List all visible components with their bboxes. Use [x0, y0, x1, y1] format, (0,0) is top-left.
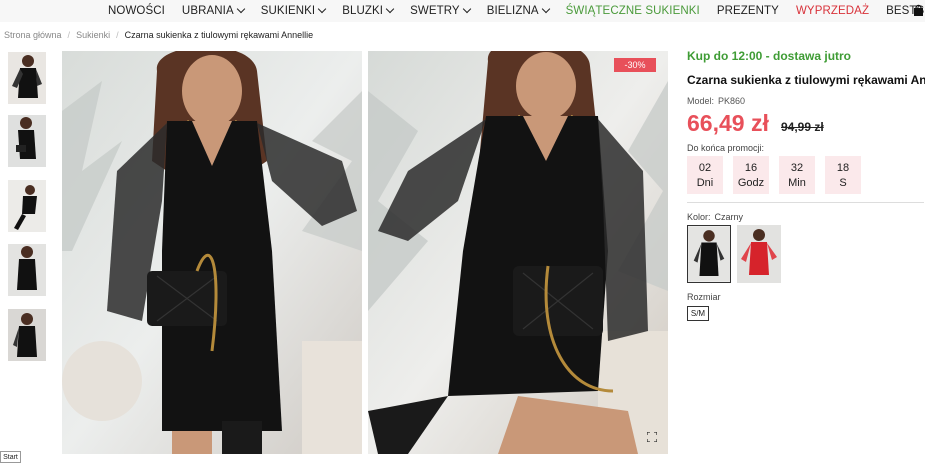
- chevron-down-icon: [236, 4, 245, 14]
- product-title: Czarna sukienka z tiulowymi rękawami Ann…: [687, 73, 925, 87]
- size-option-sm[interactable]: S/M: [687, 306, 709, 321]
- breadcrumb-current: Czarna sukienka z tiulowymi rękawami Ann…: [124, 30, 314, 40]
- promo-countdown-label: Do końca promocji:: [687, 143, 765, 153]
- breadcrumb-separator: /: [67, 30, 71, 40]
- countdown-seconds: 18 S: [825, 156, 861, 194]
- nav-item-label: UBRANIA: [181, 5, 234, 17]
- nav-item-label: PREZENTY: [716, 5, 779, 17]
- nav-item-label: BLUZKI: [342, 5, 384, 17]
- nav-item-nowosci[interactable]: NOWOŚCI: [108, 5, 165, 17]
- nav-item-label: ŚWIĄTECZNE SUKIENKI: [565, 5, 700, 17]
- breadcrumb-category[interactable]: Sukienki: [76, 30, 110, 40]
- countdown-unit: Dni: [696, 176, 714, 189]
- countdown-minutes: 32 Min: [779, 156, 815, 194]
- nav-item-bluzki[interactable]: BLUZKI: [342, 4, 395, 17]
- thumbnail-2[interactable]: [8, 115, 46, 167]
- chevron-down-icon: [541, 4, 550, 14]
- countdown-unit: Min: [788, 176, 806, 189]
- nav-item-label: BIELIZNA: [486, 5, 539, 17]
- color-swatch-red[interactable]: [737, 225, 781, 283]
- countdown-value: 16: [744, 161, 758, 174]
- countdown-value: 18: [836, 161, 850, 174]
- divider: [687, 202, 924, 203]
- countdown-hours: 16 Godz: [733, 156, 769, 194]
- countdown-value: 02: [698, 161, 712, 174]
- countdown-days: 02 Dni: [687, 156, 723, 194]
- thumbnail-4[interactable]: [8, 244, 46, 296]
- nav-item-swiateczne-sukienki[interactable]: ŚWIĄTECZNE SUKIENKI: [566, 5, 700, 17]
- thumbnail-3[interactable]: [8, 180, 46, 232]
- nav-item-label: NOWOŚCI: [108, 5, 165, 17]
- color-selector-label: Kolor: Czarny: [687, 212, 743, 222]
- countdown-unit: Godz: [737, 176, 765, 189]
- discount-badge: -30%: [614, 58, 656, 72]
- nav-item-wyprzedaz[interactable]: WYPRZEDAŻ: [796, 5, 869, 17]
- breadcrumb: Strona główna / Sukienki / Czarna sukien…: [4, 30, 313, 40]
- nav-item-sukienki[interactable]: SUKIENKI: [260, 4, 327, 17]
- fullscreen-icon[interactable]: [647, 432, 657, 442]
- product-image-front[interactable]: [62, 51, 362, 454]
- current-price: 66,49 zł: [687, 110, 769, 136]
- countdown-unit: S: [839, 176, 847, 189]
- nav-item-label: SWETRY: [410, 5, 460, 17]
- thumbnail-5[interactable]: [8, 309, 46, 361]
- model-value: PK860: [718, 96, 746, 106]
- chevron-down-icon: [462, 4, 471, 14]
- promo-countdown: 02 Dni 16 Godz 32 Min 18 S: [687, 156, 861, 194]
- nav-item-label: WYPRZEDAŻ: [795, 5, 870, 17]
- model-label: Model:: [687, 96, 715, 106]
- breadcrumb-separator: /: [116, 30, 119, 40]
- color-label: Kolor:: [687, 212, 711, 222]
- start-button[interactable]: Start: [0, 451, 21, 463]
- nav-item-swetry[interactable]: SWETRY: [410, 4, 471, 17]
- chevron-down-icon: [317, 4, 327, 14]
- thumbnail-1[interactable]: [8, 52, 46, 104]
- color-value: Czarny: [714, 212, 744, 222]
- delivery-info: Kup do 12:00 - dostawa jutro: [687, 49, 852, 63]
- shopping-bag-icon[interactable]: [913, 4, 924, 16]
- countdown-value: 32: [790, 161, 804, 174]
- chevron-down-icon: [385, 4, 395, 14]
- old-price: 94,99 zł: [781, 120, 824, 134]
- breadcrumb-home[interactable]: Strona główna: [4, 30, 62, 40]
- nav-item-label: SUKIENKI: [260, 5, 316, 17]
- nav-item-prezenty[interactable]: PREZENTY: [717, 5, 779, 17]
- size-selector-label: Rozmiar: [687, 292, 721, 302]
- top-navigation: NOWOŚCI UBRANIA SUKIENKI BLUZKI SWETRY B…: [0, 0, 925, 22]
- nav-item-ubrania[interactable]: UBRANIA: [181, 4, 245, 17]
- color-swatch-black[interactable]: [687, 225, 731, 283]
- product-model: Model: PK860: [687, 96, 745, 106]
- nav-item-bielizna[interactable]: BIELIZNA: [486, 4, 550, 17]
- product-image-side[interactable]: [368, 51, 668, 454]
- nav-menu: NOWOŚCI UBRANIA SUKIENKI BLUZKI SWETRY B…: [108, 0, 925, 22]
